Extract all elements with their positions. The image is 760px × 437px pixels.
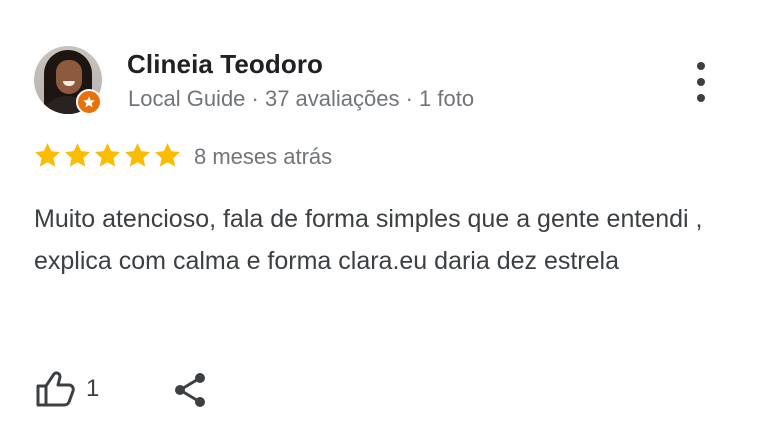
more-options-button[interactable] [688,62,714,102]
star-icon [83,96,95,108]
star-icon [35,143,60,167]
star-icon [65,143,90,167]
share-icon [175,373,205,407]
review-text: Muito atencioso, fala de forma simples q… [34,205,703,275]
star-icon [155,143,180,167]
share-button[interactable] [172,371,208,414]
star-icon [95,143,120,167]
local-guide-badge-icon [76,89,102,115]
like-button[interactable]: 1 [36,371,99,407]
review-card: Clineia Teodoro Local Guide · 37 avaliaç… [0,0,760,437]
like-count: 1 [86,375,100,402]
reviewer-name[interactable]: Clineia Teodoro [127,49,323,80]
thumbs-up-icon [36,371,75,407]
more-vert-icon [697,62,705,70]
star-rating [33,141,182,170]
review-date: 8 meses atrás [194,144,333,169]
reviewer-subtitle: Local Guide · 37 avaliações · 1 foto [128,86,475,111]
star-icon [125,143,150,167]
